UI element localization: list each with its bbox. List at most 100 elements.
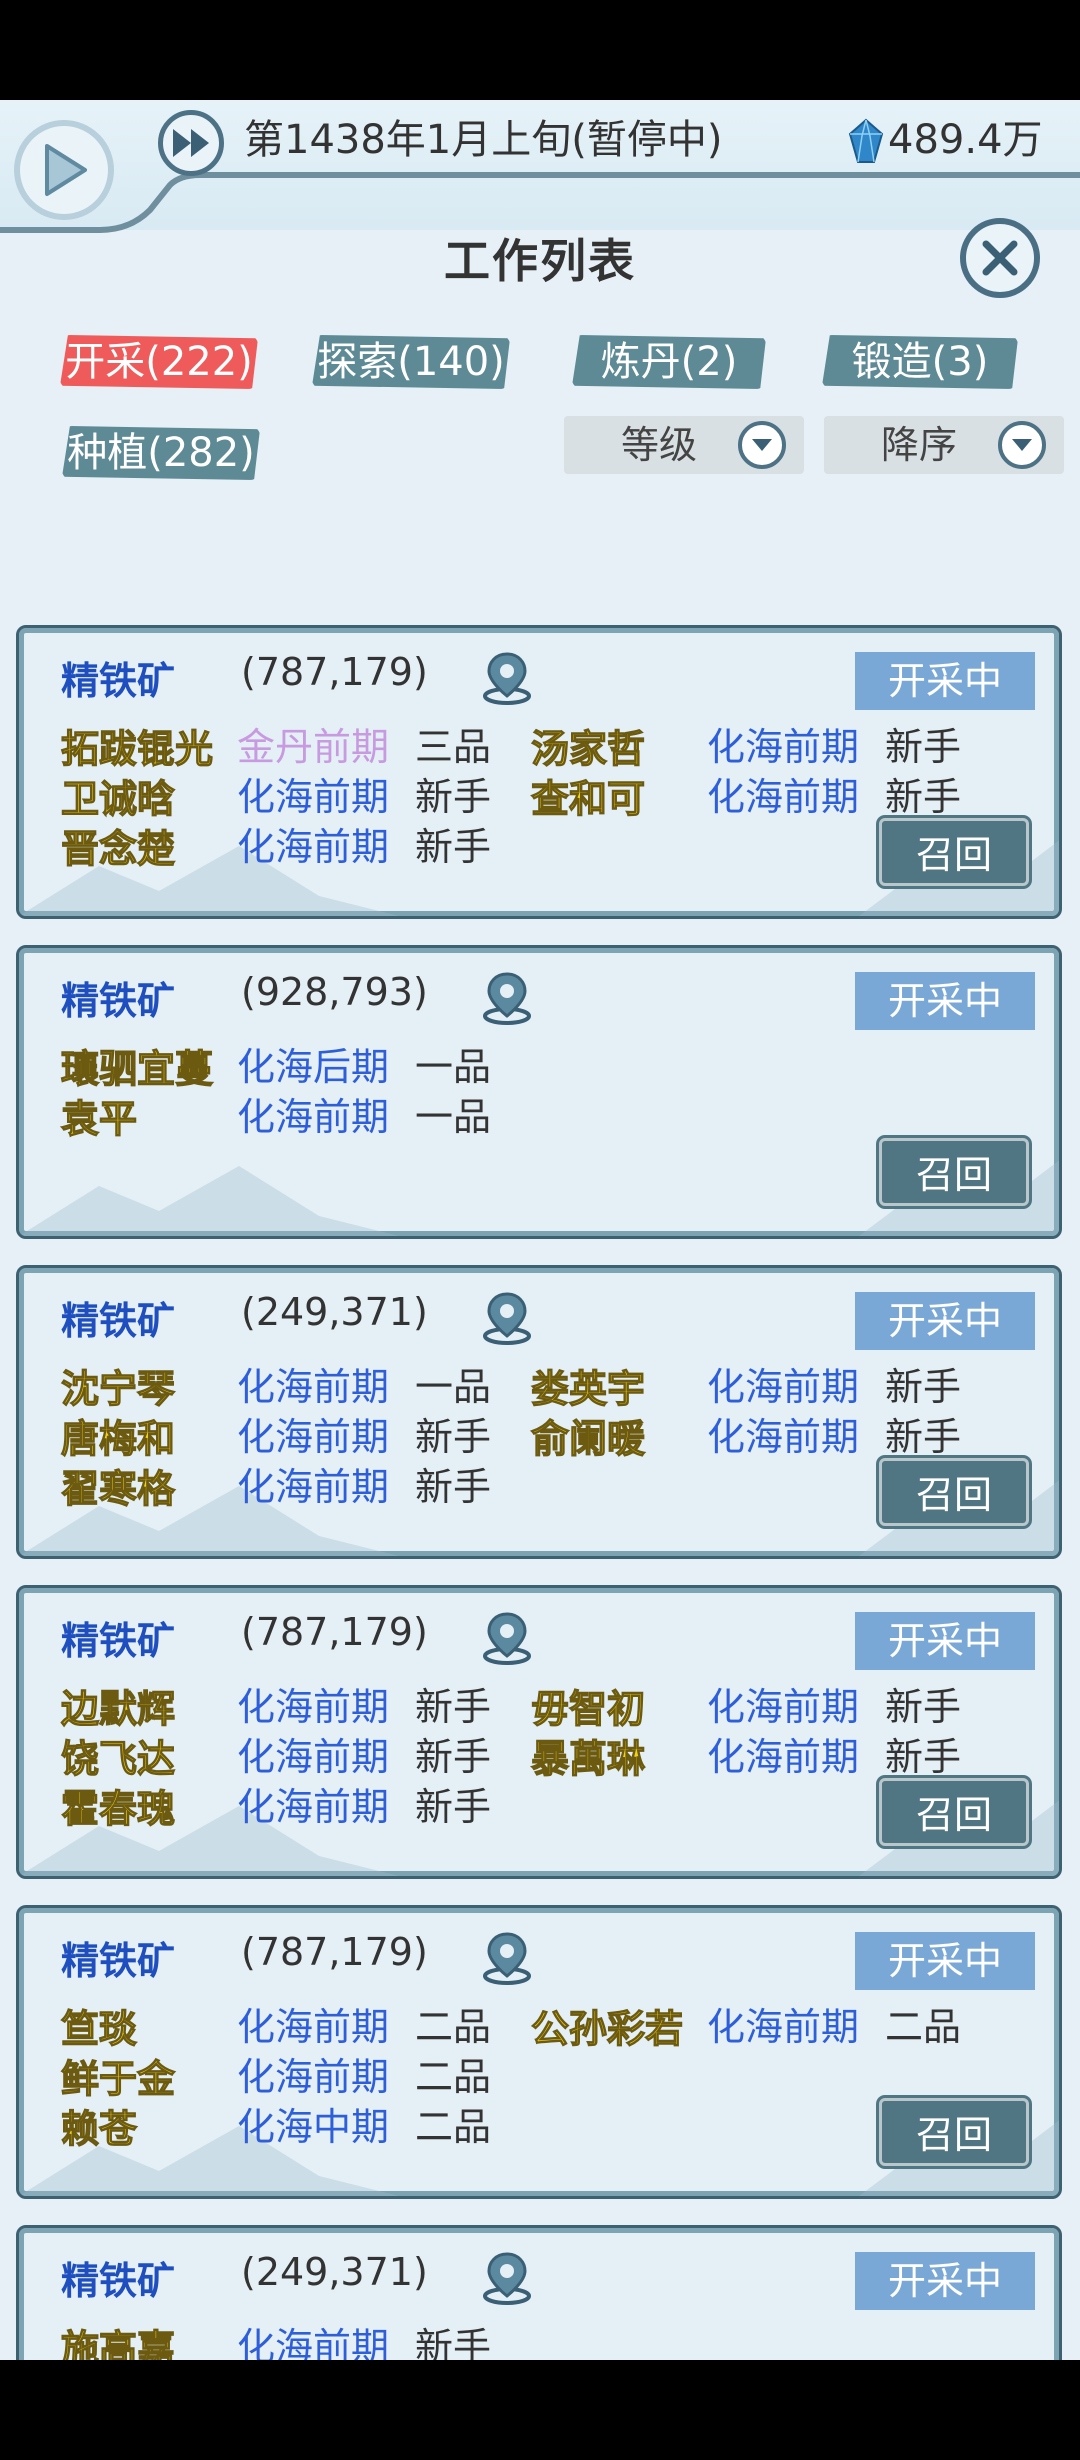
- recall-button[interactable]: 召回: [879, 1458, 1029, 1526]
- worker-realm: 化海前期: [237, 1685, 390, 1729]
- worker-grade: 一品: [415, 1365, 492, 1409]
- worker-grade: 新手: [415, 1465, 492, 1509]
- worker-grade: 一品: [415, 1045, 492, 1089]
- currency-amount: 489.4万: [888, 117, 1043, 163]
- worker-name: 俞阑暖: [530, 1416, 646, 1461]
- worker-realm: 化海前期: [237, 1465, 390, 1509]
- worker-name: 沈宁琴: [60, 1366, 176, 1411]
- worker-grade: 二品: [885, 2005, 962, 2049]
- status-badge: 开采中: [855, 1612, 1035, 1670]
- worker-realm: 化海前期: [707, 1685, 860, 1729]
- worker-realm: 化海前期: [237, 2325, 390, 2360]
- worker-name: 拓跋锟光: [60, 726, 214, 771]
- worker-grade: 新手: [415, 1415, 492, 1459]
- job-card[interactable]: 精铁矿 (787,179) 开采中 边默辉 化海前期 新手 毋智初 化海前期 新手 饶飞达 化海前期…: [16, 1585, 1062, 1879]
- tab-explore[interactable]: 探索(140): [312, 335, 510, 389]
- sort-field-label: 等级: [620, 423, 697, 467]
- worker-name: 赖苍: [60, 2106, 138, 2151]
- play-button[interactable]: [14, 120, 114, 220]
- worker-name: 袁平: [60, 1096, 138, 1141]
- location-pin-icon[interactable]: [479, 2250, 535, 2306]
- fast-forward-button[interactable]: [158, 110, 224, 176]
- worker-realm: 化海前期: [237, 1785, 390, 1829]
- page-title: 工作列表: [444, 234, 636, 288]
- job-card[interactable]: 精铁矿 (787,179) 开采中 拓跋锟光 金丹前期 三品 汤家哲 化海前期 新手 卫诚晗 化海前…: [16, 625, 1062, 919]
- worker-realm: 化海中期: [237, 2105, 390, 2149]
- worker-realm: 化海前期: [237, 775, 390, 819]
- worker-grade: 新手: [885, 1365, 962, 1409]
- close-icon: [982, 240, 1018, 276]
- sort-order-select[interactable]: 降序: [824, 416, 1064, 474]
- job-card[interactable]: 精铁矿 (787,179) 开采中 笪琰 化海前期 二品 公孙彩若 化海前期 二品 鲜于金 化海前期…: [16, 1905, 1062, 2199]
- worker-name: 翟寒格: [60, 1466, 176, 1511]
- mine-coordinates: (928,793): [241, 970, 428, 1014]
- sort-order-label: 降序: [880, 423, 957, 467]
- mine-name: 精铁矿: [61, 979, 176, 1023]
- worker-name: 施高嘉: [60, 2326, 176, 2360]
- worker-name: 霍春瑰: [60, 1786, 176, 1831]
- play-icon: [45, 144, 87, 196]
- status-badge: 开采中: [855, 652, 1035, 710]
- recall-button[interactable]: 召回: [879, 2098, 1029, 2166]
- worker-name: 娄英宇: [530, 1366, 646, 1411]
- recall-button[interactable]: 召回: [879, 1138, 1029, 1206]
- job-card[interactable]: 精铁矿 (249,371) 开采中 沈宁琴 化海前期 一品 娄英宇 化海前期 新手 唐梅和 化海前期…: [16, 1265, 1062, 1559]
- recall-button[interactable]: 召回: [879, 818, 1029, 886]
- tab-planting[interactable]: 种植(282): [62, 426, 260, 480]
- worker-realm: 化海前期: [237, 1365, 390, 1409]
- worker-name: 笪琰: [60, 2006, 138, 2051]
- worker-grade: 三品: [415, 725, 492, 769]
- recall-button[interactable]: 召回: [879, 1778, 1029, 1846]
- worker-name: 卫诚晗: [60, 776, 176, 821]
- chevron-down-icon: [738, 421, 786, 469]
- worker-grade: 新手: [415, 1735, 492, 1779]
- worker-grade: 新手: [885, 1415, 962, 1459]
- worker-realm: 化海后期: [237, 1045, 390, 1089]
- status-bar: 第1438年1月上旬(暂停中) 489.4万: [0, 100, 1080, 233]
- status-badge: 开采中: [855, 1292, 1035, 1350]
- tab-forging[interactable]: 锻造(3): [822, 335, 1018, 389]
- worker-name: 汤家哲: [530, 726, 646, 771]
- worker-grade: 新手: [415, 1685, 492, 1729]
- location-pin-icon[interactable]: [479, 650, 535, 706]
- game-date: 第1438年1月上旬(暂停中): [244, 117, 723, 163]
- worker-grade: 新手: [415, 775, 492, 819]
- worker-grade: 新手: [885, 725, 962, 769]
- worker-realm: 化海前期: [707, 1365, 860, 1409]
- job-card[interactable]: 精铁矿(249,371)开采中施高嘉化海前期新手暨凯骞化海前期新手召回: [16, 2225, 1062, 2360]
- worker-grade: 新手: [415, 1785, 492, 1829]
- mine-name: 精铁矿: [61, 659, 176, 703]
- worker-grade: 新手: [885, 1685, 962, 1729]
- worker-name: 暴萬琳: [530, 1736, 646, 1781]
- mine-name: 精铁矿: [61, 1939, 176, 1983]
- status-badge: 开采中: [855, 1932, 1035, 1990]
- tab-alchemy[interactable]: 炼丹(2): [572, 335, 766, 389]
- worker-name: 毋智初: [530, 1686, 646, 1731]
- worker-name: 边默辉: [60, 1686, 176, 1731]
- tab-mining[interactable]: 开采(222): [60, 335, 258, 389]
- mine-name: 精铁矿: [61, 1619, 176, 1663]
- sort-field-select[interactable]: 等级: [564, 416, 804, 474]
- worker-grade: 新手: [415, 2325, 492, 2360]
- worker-realm: 化海前期: [707, 1415, 860, 1459]
- worker-name: 瓖驷宜蔓: [60, 1046, 214, 1091]
- mine-coordinates: (787,179): [241, 1610, 428, 1654]
- location-pin-icon[interactable]: [479, 1930, 535, 1986]
- location-pin-icon[interactable]: [479, 1610, 535, 1666]
- worker-grade: 一品: [415, 1095, 492, 1139]
- fast-forward-icon: [173, 129, 209, 157]
- worker-grade: 二品: [415, 2055, 492, 2099]
- worker-realm: 化海前期: [707, 775, 860, 819]
- mine-name: 精铁矿: [61, 1299, 176, 1343]
- job-card[interactable]: 精铁矿 (928,793) 开采中 瓖驷宜蔓 化海后期 一品 袁平 化海前期 一品 召回: [16, 945, 1062, 1239]
- mine-coordinates: (249,371): [241, 2250, 428, 2294]
- worker-grade: 新手: [885, 1735, 962, 1779]
- worker-realm: 化海前期: [237, 1735, 390, 1779]
- mine-coordinates: (787,179): [241, 650, 428, 694]
- job-list[interactable]: 精铁矿 (787,179) 开采中 拓跋锟光 金丹前期 三品 汤家哲 化海前期 新手 卫诚晗 化海前…: [0, 520, 1080, 2360]
- close-button[interactable]: [960, 218, 1040, 298]
- location-pin-icon[interactable]: [479, 1290, 535, 1346]
- location-pin-icon[interactable]: [479, 970, 535, 1026]
- worker-realm: 化海前期: [237, 2055, 390, 2099]
- worker-realm: 化海前期: [707, 2005, 860, 2049]
